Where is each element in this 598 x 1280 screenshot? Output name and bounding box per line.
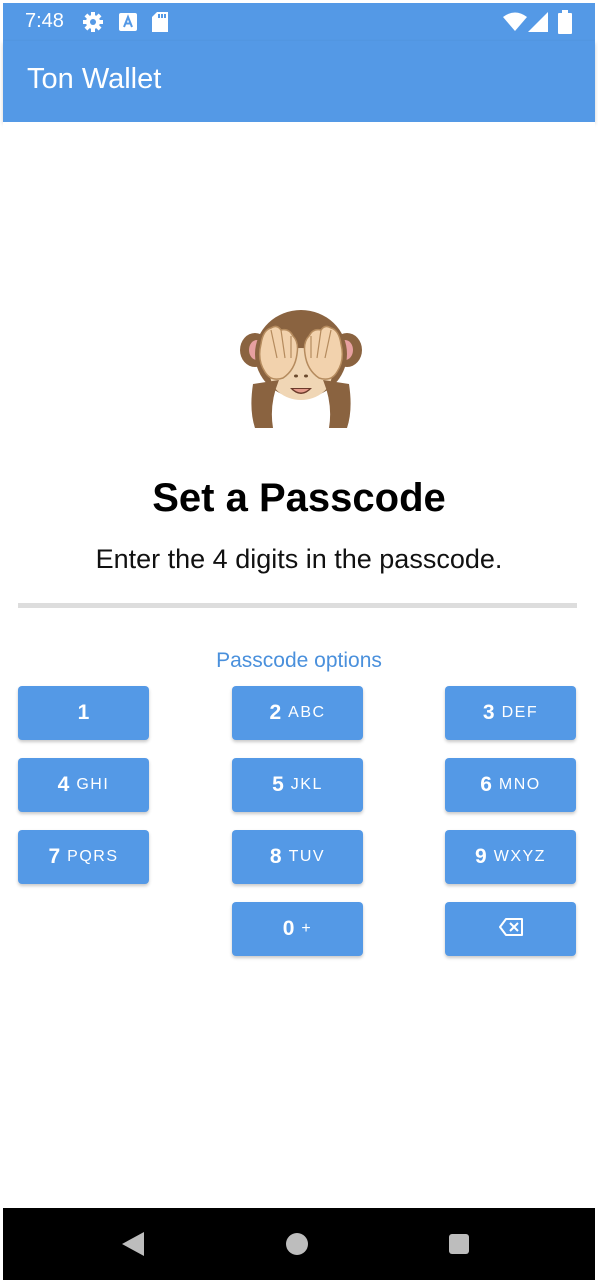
key-digit: 6 — [480, 773, 492, 796]
key-letters: + — [301, 920, 313, 937]
key-letters: PQRS — [67, 848, 119, 865]
keypad-key-0[interactable]: 0 + — [232, 902, 363, 956]
key-letters: ABC — [288, 704, 326, 721]
backspace-button[interactable] — [445, 902, 576, 956]
status-bar: 7:48 — [3, 3, 595, 41]
key-letters: MNO — [498, 776, 541, 793]
page-subtitle: Enter the 4 digits in the passcode. — [95, 544, 503, 574]
keypad-key-2[interactable]: 2 ABC — [232, 686, 363, 740]
key-digit: 9 — [475, 845, 487, 868]
passcode-options-link[interactable]: Passcode options — [3, 649, 595, 673]
sd-card-icon — [152, 12, 168, 37]
keypad-key-3[interactable]: 3 DEF — [445, 686, 576, 740]
key-digit: 2 — [269, 701, 282, 724]
a-badge-icon — [119, 13, 137, 36]
keypad-key-7[interactable]: 7 PQRS — [18, 830, 149, 884]
wifi-icon — [503, 12, 527, 37]
passcode-content: Set a Passcode Enter the 4 digits in the… — [3, 122, 595, 1208]
recents-icon[interactable] — [449, 1234, 469, 1259]
signal-icon — [528, 12, 548, 37]
key-digit: 0 — [282, 917, 295, 940]
key-digit: 5 — [272, 773, 284, 796]
app-bar: Ton Wallet — [3, 41, 595, 122]
passcode-indicator-divider — [18, 603, 577, 608]
keypad-key-6[interactable]: 6 MNO — [445, 758, 576, 812]
key-letters: DEF — [501, 704, 539, 721]
page-title: Set a Passcode — [152, 476, 446, 520]
home-icon[interactable] — [286, 1233, 308, 1260]
key-letters: JKL — [290, 776, 323, 793]
key-letters: GHI — [76, 776, 110, 793]
keypad-key-9[interactable]: 9 WXYZ — [445, 830, 576, 884]
key-digit: 3 — [482, 701, 495, 724]
keypad-key-1[interactable]: 1 — [18, 686, 149, 740]
key-letters: WXYZ — [493, 848, 546, 865]
key-letters: TUV — [288, 848, 326, 865]
see-no-evil-monkey-icon — [239, 306, 363, 430]
key-digit: 1 — [77, 701, 90, 724]
system-nav-bar — [3, 1208, 595, 1280]
key-digit: 7 — [48, 845, 61, 868]
backspace-icon — [498, 917, 523, 941]
keypad-key-4[interactable]: 4 GHI — [18, 758, 149, 812]
keypad-key-5[interactable]: 5 JKL — [232, 758, 363, 812]
app-title: Ton Wallet — [27, 63, 162, 95]
back-icon[interactable] — [122, 1232, 144, 1261]
gear-icon — [83, 12, 103, 37]
battery-icon — [558, 10, 572, 39]
key-digit: 8 — [269, 845, 282, 868]
keypad-key-8[interactable]: 8 TUV — [232, 830, 363, 884]
status-time: 7:48 — [25, 10, 64, 32]
key-digit: 4 — [57, 773, 70, 796]
